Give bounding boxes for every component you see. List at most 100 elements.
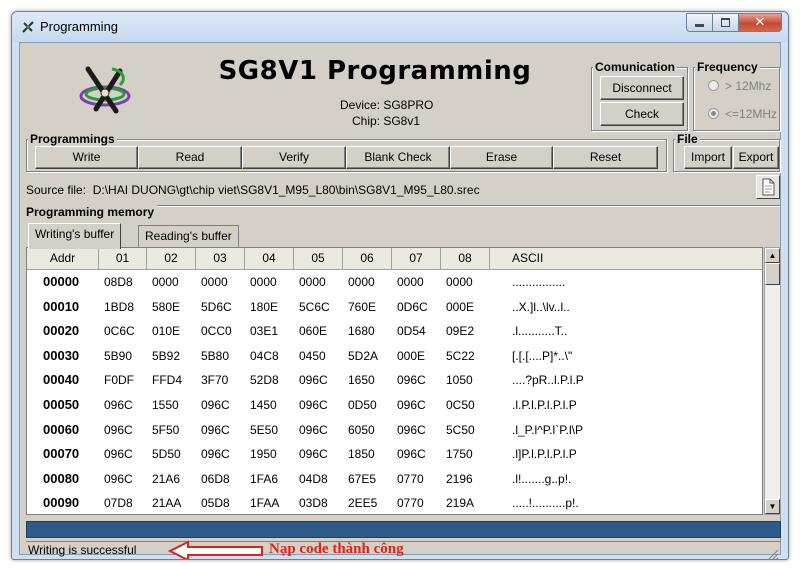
chip-label: Chip: SG8v1 bbox=[352, 114, 421, 128]
file-group: File Import Export bbox=[673, 132, 780, 172]
tab-reading-buffer[interactable]: Reading's buffer bbox=[138, 225, 239, 247]
column-header[interactable]: 07 bbox=[392, 248, 441, 270]
hex-cell: 1550 bbox=[152, 398, 179, 412]
column-header[interactable]: 08 bbox=[441, 248, 490, 270]
import-button[interactable]: Import bbox=[684, 146, 732, 169]
freq-radio-low[interactable]: <=12MHz bbox=[708, 107, 777, 121]
title-bar[interactable]: Programming ✕ bbox=[12, 12, 788, 42]
table-row[interactable]: 00040 F0DF FFD4 3F70 52D8 096C 1650 096C 1050...… bbox=[27, 368, 762, 392]
table-row[interactable]: 00020 0C6C 010E 0CC0 03E1 060E 1680 0D54 09E2 .l.… bbox=[27, 319, 762, 343]
hex-cell: 0000 bbox=[250, 275, 277, 289]
hex-cell: 096C bbox=[397, 447, 426, 462]
column-header[interactable]: 01 bbox=[99, 248, 147, 270]
hex-cell: 5E50 bbox=[250, 422, 279, 437]
table-row[interactable]: 00070 096C 5D50 096C 1950 096C 1850 096C 1750 .l]… bbox=[27, 442, 762, 466]
programmings-group: Programmings Write Read Verify Blank Che… bbox=[26, 132, 667, 172]
table-row[interactable]: 00010 1BD8 580E 5D6C 180E 5C6C 760E 0D6C 000E ..X… bbox=[27, 295, 762, 319]
ascii-cell: .l...........T.. bbox=[512, 324, 568, 339]
scroll-thumb[interactable] bbox=[765, 263, 780, 285]
address-cell: 00030 bbox=[43, 347, 80, 363]
browse-file-button[interactable] bbox=[756, 175, 780, 199]
table-row[interactable]: 00060 096C 5F50 096C 5E50 096C 6050 096C 5C50 .l_… bbox=[27, 418, 762, 442]
hex-cell: 219A bbox=[446, 496, 475, 511]
hex-cell: 67E5 bbox=[348, 471, 377, 486]
document-icon bbox=[762, 178, 775, 196]
column-header[interactable]: 02 bbox=[147, 248, 196, 270]
hex-cell: 580E bbox=[152, 299, 181, 314]
ascii-cell: .l!.......g..p!. bbox=[512, 471, 572, 486]
memory-scrollbar[interactable]: ▲ ▼ bbox=[764, 247, 781, 515]
ascii-cell: [.[.[....P]*..\" bbox=[512, 348, 573, 363]
hex-cell: 04C8 bbox=[250, 348, 279, 363]
write-button[interactable]: Write bbox=[35, 146, 138, 169]
table-row[interactable]: 00090 07D8 21AA 05D8 1FAA 03D8 2EE5 0770 219A...… bbox=[27, 491, 762, 514]
hex-cell: 0CC0 bbox=[201, 324, 232, 339]
minimize-button[interactable] bbox=[686, 13, 712, 32]
radio-icon bbox=[708, 80, 719, 91]
column-header[interactable]: Addr bbox=[27, 248, 99, 270]
hex-cell: 0000 bbox=[201, 275, 228, 289]
export-button[interactable]: Export bbox=[733, 146, 779, 169]
column-header[interactable]: ASCII bbox=[490, 248, 762, 270]
column-header[interactable]: 05 bbox=[294, 248, 343, 270]
hex-cell: 096C bbox=[299, 447, 328, 462]
radio-selected-icon bbox=[708, 108, 719, 119]
hex-cell: 5D2A bbox=[348, 348, 379, 363]
close-button[interactable]: ✕ bbox=[738, 13, 782, 32]
hex-cell: 1450 bbox=[250, 398, 277, 412]
hex-cell: 000E bbox=[397, 348, 426, 363]
erase-button[interactable]: Erase bbox=[450, 146, 553, 169]
table-row[interactable]: 00000 08D8 0000 0000 0000 0000 0000 0000 0000...… bbox=[27, 270, 762, 294]
hex-cell: 5C6C bbox=[299, 299, 330, 314]
hex-cell: 03E1 bbox=[250, 324, 279, 339]
frequency-group-label: Frequency bbox=[695, 60, 760, 74]
disconnect-button[interactable]: Disconnect bbox=[600, 76, 684, 100]
hex-cell: 5D6C bbox=[201, 299, 232, 314]
hex-cell: 08D8 bbox=[104, 275, 133, 289]
communication-group-label: Comunication bbox=[593, 60, 677, 74]
hex-cell: 096C bbox=[104, 398, 133, 412]
hex-cell: 09E2 bbox=[446, 324, 475, 339]
address-cell: 00070 bbox=[43, 446, 80, 462]
table-row[interactable]: 00050 096C 1550 096C 1450 096C 0D50 096C 0C50 .l.… bbox=[27, 393, 762, 417]
freq-radio-high[interactable]: > 12Mhz bbox=[708, 79, 771, 93]
hex-cell: 5C50 bbox=[446, 422, 475, 437]
hex-cell: 0000 bbox=[446, 275, 473, 289]
verify-button[interactable]: Verify bbox=[242, 146, 346, 169]
resize-grip-icon[interactable] bbox=[765, 547, 779, 560]
hex-cell: 096C bbox=[397, 398, 426, 412]
read-button[interactable]: Read bbox=[138, 146, 242, 169]
window-controls: ✕ bbox=[686, 13, 782, 32]
column-header[interactable]: 04 bbox=[245, 248, 294, 270]
hex-cell: 096C bbox=[104, 471, 133, 486]
scroll-down-button[interactable]: ▼ bbox=[765, 499, 780, 514]
hex-cell: 5B80 bbox=[201, 348, 230, 363]
status-message: Writing is successful bbox=[28, 543, 137, 557]
hex-cell: 0000 bbox=[348, 275, 375, 289]
column-header[interactable]: 03 bbox=[196, 248, 245, 270]
hex-cell: 21A6 bbox=[152, 471, 181, 486]
hex-cell: 000E bbox=[446, 299, 475, 314]
tab-writing-buffer[interactable]: Writing's buffer bbox=[28, 223, 122, 249]
hex-cell: 0770 bbox=[397, 471, 424, 486]
scroll-up-button[interactable]: ▲ bbox=[765, 248, 780, 263]
maximize-button[interactable] bbox=[712, 13, 738, 32]
column-header[interactable]: 06 bbox=[343, 248, 392, 270]
hex-cell: 760E bbox=[348, 299, 377, 314]
check-button[interactable]: Check bbox=[600, 102, 684, 126]
hex-cell: 1750 bbox=[446, 447, 473, 462]
maximize-icon bbox=[721, 18, 730, 27]
status-bar: Writing is successful Nạp code thành côn… bbox=[26, 540, 781, 560]
hex-cell: 096C bbox=[104, 447, 133, 462]
hex-cell: 5D50 bbox=[152, 447, 181, 462]
reset-button[interactable]: Reset bbox=[553, 146, 658, 169]
hex-cell: 010E bbox=[152, 324, 181, 339]
hex-cell: 21AA bbox=[152, 496, 182, 511]
blank-check-button[interactable]: Blank Check bbox=[346, 146, 450, 169]
hex-cell: 096C bbox=[397, 373, 426, 388]
table-row[interactable]: 00080 096C 21A6 06D8 1FA6 04D8 67E5 0770 2196 .l!… bbox=[27, 467, 762, 491]
hex-cell: 0D6C bbox=[397, 299, 428, 314]
address-cell: 00010 bbox=[43, 298, 80, 314]
table-row[interactable]: 00030 5B90 5B92 5B80 04C8 0450 5D2A 000E 5C22 [.[… bbox=[27, 344, 762, 368]
hex-cell: 096C bbox=[201, 447, 230, 462]
